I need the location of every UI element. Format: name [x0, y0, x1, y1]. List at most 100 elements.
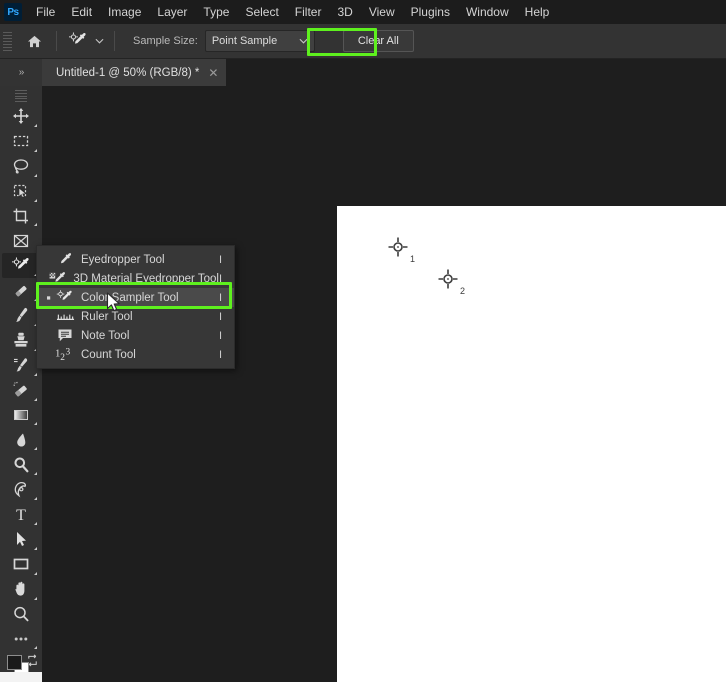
- chevron-double-right-icon[interactable]: »: [19, 67, 24, 78]
- gradient-icon: [14, 409, 28, 420]
- flyout-corner-icon: [34, 397, 37, 401]
- note-icon: [54, 328, 76, 343]
- chevron-down-icon: [95, 38, 104, 44]
- close-icon[interactable]: ✕: [208, 67, 218, 79]
- menu-layer[interactable]: Layer: [149, 2, 195, 23]
- photoshop-window: Ps File Edit Image Layer Type Select Fil…: [0, 0, 726, 682]
- flyout-corner-icon: [34, 422, 37, 426]
- color-sampler-marker-1[interactable]: 1: [387, 236, 415, 264]
- tool-pen[interactable]: [2, 477, 40, 502]
- tool-type[interactable]: T: [2, 502, 40, 527]
- home-icon: [27, 35, 41, 47]
- move-icon: [13, 108, 29, 125]
- blur-icon: [17, 433, 26, 447]
- flyout-corner-icon: [34, 447, 37, 451]
- flyout-item-shortcut: I: [218, 348, 222, 361]
- home-button[interactable]: [20, 27, 48, 55]
- flyout-item-color-sampler-tool[interactable]: ▪ Color Sampler Tool I: [37, 288, 234, 307]
- tool-dodge[interactable]: [2, 452, 40, 477]
- sampler-index-label: 1: [409, 254, 415, 264]
- menu-file[interactable]: File: [28, 2, 63, 23]
- menu-type[interactable]: Type: [195, 2, 237, 23]
- quick-selection-icon: [13, 184, 27, 199]
- sampler-crosshair-icon: [388, 237, 408, 257]
- tool-history-brush[interactable]: [2, 353, 40, 378]
- tools-panel-grip[interactable]: [15, 90, 27, 102]
- dodge-icon: [14, 457, 29, 472]
- clone-stamp-icon: [14, 333, 28, 347]
- flyout-item-3d-material-eyedropper-tool[interactable]: 3D Material Eyedropper Tool I: [37, 269, 234, 288]
- menu-select[interactable]: Select: [237, 2, 286, 23]
- flyout-corner-icon: [34, 198, 37, 202]
- flyout-corner-icon: [34, 497, 37, 500]
- menu-3d[interactable]: 3D: [329, 2, 360, 23]
- 3d-material-eyedropper-icon: [49, 271, 68, 287]
- tool-healing-brush[interactable]: [2, 278, 40, 303]
- tool-clone-stamp[interactable]: [2, 328, 40, 353]
- menu-plugins[interactable]: Plugins: [403, 2, 458, 23]
- tool-blur[interactable]: [2, 427, 40, 452]
- sample-size-dropdown[interactable]: Point Sample: [204, 30, 315, 52]
- lasso-icon: [13, 159, 29, 174]
- tool-crop[interactable]: [2, 204, 40, 229]
- eyedropper-icon: [54, 252, 76, 268]
- sampler-crosshair-icon: [438, 269, 458, 289]
- flyout-item-label: 3D Material Eyedropper Tool: [73, 272, 219, 285]
- tool-path-selection[interactable]: [2, 527, 40, 552]
- flyout-item-ruler-tool[interactable]: Ruler Tool I: [37, 307, 234, 326]
- tool-marquee[interactable]: [2, 129, 40, 154]
- sampler-index-label: 2: [459, 286, 465, 296]
- menu-bar: Ps File Edit Image Layer Type Select Fil…: [0, 0, 726, 24]
- tool-hand[interactable]: [2, 577, 40, 602]
- flyout-corner-icon: [34, 223, 37, 227]
- menu-image[interactable]: Image: [100, 2, 149, 23]
- document-tab-bar: Untitled-1 @ 50% (RGB/8) * ✕: [42, 59, 726, 86]
- flyout-corner-icon: [34, 472, 37, 476]
- ruler-icon: [54, 311, 76, 323]
- tool-frame[interactable]: [2, 228, 40, 253]
- history-brush-icon: [14, 358, 28, 372]
- swap-colors-icon[interactable]: [26, 654, 39, 667]
- ellipsis-icon: [14, 637, 28, 641]
- tool-brush[interactable]: [2, 303, 40, 328]
- options-divider-1: [56, 31, 57, 51]
- flyout-item-eyedropper-tool[interactable]: Eyedropper Tool I: [37, 250, 234, 269]
- tool-flyout-menu: Eyedropper Tool I 3D Material Eyedropper…: [36, 245, 235, 369]
- color-sampler-icon: [12, 257, 29, 269]
- menu-filter[interactable]: Filter: [287, 2, 330, 23]
- workspace: 1 2: [42, 86, 726, 682]
- tool-object-selection[interactable]: [2, 179, 40, 204]
- flyout-corner-icon: [34, 372, 37, 376]
- clear-all-button[interactable]: Clear All: [342, 30, 414, 52]
- menu-window[interactable]: Window: [458, 2, 517, 23]
- color-sampler-marker-2[interactable]: 2: [437, 268, 465, 296]
- left-panel-header: »: [0, 59, 42, 86]
- menu-edit[interactable]: Edit: [63, 2, 100, 23]
- svg-text:T: T: [16, 507, 26, 524]
- options-bar-grip[interactable]: [3, 30, 12, 52]
- tool-move[interactable]: [2, 104, 40, 129]
- tool-gradient[interactable]: [2, 403, 40, 428]
- color-sampler-icon: [54, 289, 76, 306]
- tools-panel: T: [0, 86, 42, 682]
- tool-zoom[interactable]: [2, 602, 40, 627]
- menu-view[interactable]: View: [361, 2, 403, 23]
- count-icon: 1 2 3: [54, 347, 76, 362]
- tool-edit-toolbar[interactable]: [2, 626, 40, 651]
- tool-color-sampler[interactable]: [2, 253, 40, 279]
- tool-lasso[interactable]: [2, 154, 40, 179]
- foreground-color-swatch[interactable]: [7, 655, 22, 671]
- menu-help[interactable]: Help: [517, 2, 558, 23]
- flyout-item-note-tool[interactable]: Note Tool I: [37, 326, 234, 345]
- flyout-corner-icon: [34, 546, 37, 550]
- tool-preset-picker[interactable]: [65, 28, 106, 54]
- tool-rectangle[interactable]: [2, 552, 40, 577]
- flyout-item-label: Color Sampler Tool: [81, 291, 179, 304]
- document-canvas[interactable]: 1 2: [337, 206, 726, 682]
- flyout-item-count-tool[interactable]: 1 2 3 Count Tool I: [37, 345, 234, 364]
- selected-bullet: ▪: [46, 290, 51, 305]
- flyout-item-shortcut: I: [218, 329, 222, 342]
- document-tab[interactable]: Untitled-1 @ 50% (RGB/8) * ✕: [42, 59, 228, 86]
- tool-eraser[interactable]: [2, 378, 40, 403]
- frame-icon: [13, 234, 29, 247]
